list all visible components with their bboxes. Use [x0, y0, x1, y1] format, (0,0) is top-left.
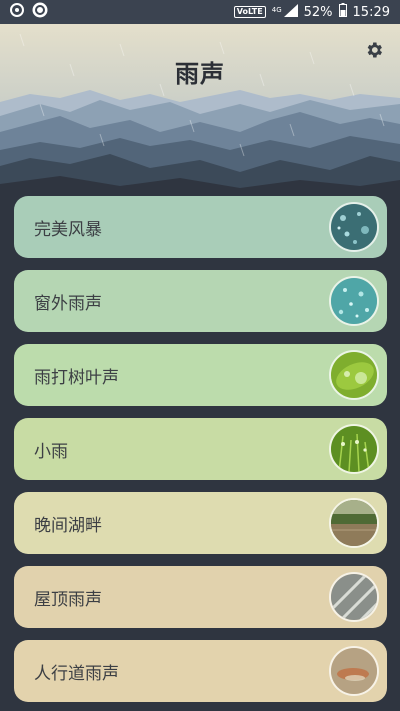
- water-drops-thumbnail: [329, 202, 379, 252]
- battery-icon: [338, 3, 347, 21]
- sound-item-rain-on-leaves[interactable]: 雨打树叶声: [14, 344, 387, 406]
- roof-tiles-thumbnail: [329, 572, 379, 622]
- network-type: 4G: [271, 6, 282, 14]
- notification-icon: [10, 3, 24, 21]
- sound-label: 屋顶雨声: [34, 589, 102, 610]
- sound-label: 完美风暴: [34, 219, 102, 240]
- sound-label: 人行道雨声: [34, 663, 119, 684]
- mountain-rain-illustration: [0, 24, 400, 194]
- sound-label: 窗外雨声: [34, 293, 102, 314]
- header-banner: 雨声: [0, 24, 400, 194]
- status-bar: VoLTE 4G 52% 15:29: [0, 0, 400, 24]
- sound-item-rain-on-roof[interactable]: 屋顶雨声: [14, 566, 387, 628]
- app-notification-icon: [32, 2, 48, 22]
- grass-drops-thumbnail: [329, 424, 379, 474]
- page-title: 雨声: [175, 60, 225, 88]
- volte-badge: VoLTE: [233, 6, 266, 18]
- clock: 15:29: [352, 4, 390, 20]
- settings-button[interactable]: [364, 40, 384, 60]
- lakeside-thumbnail: [329, 498, 379, 548]
- sound-item-rain-on-sidewalk[interactable]: 人行道雨声: [14, 640, 387, 702]
- sound-label: 晚间湖畔: [34, 515, 102, 536]
- pavement-thumbnail: [329, 646, 379, 696]
- battery-percent: 52%: [303, 4, 333, 20]
- gear-icon: [367, 42, 382, 58]
- glass-droplets-thumbnail: [329, 276, 379, 326]
- sound-item-light-rain[interactable]: 小雨: [14, 418, 387, 480]
- signal-icon: [283, 3, 298, 21]
- sound-item-perfect-storm[interactable]: 完美风暴: [14, 196, 387, 258]
- sound-label: 小雨: [34, 441, 68, 462]
- sound-item-rain-outside-window[interactable]: 窗外雨声: [14, 270, 387, 332]
- leaf-droplet-thumbnail: [329, 350, 379, 400]
- sound-item-evening-lakeside[interactable]: 晚间湖畔: [14, 492, 387, 554]
- sound-label: 雨打树叶声: [34, 367, 119, 388]
